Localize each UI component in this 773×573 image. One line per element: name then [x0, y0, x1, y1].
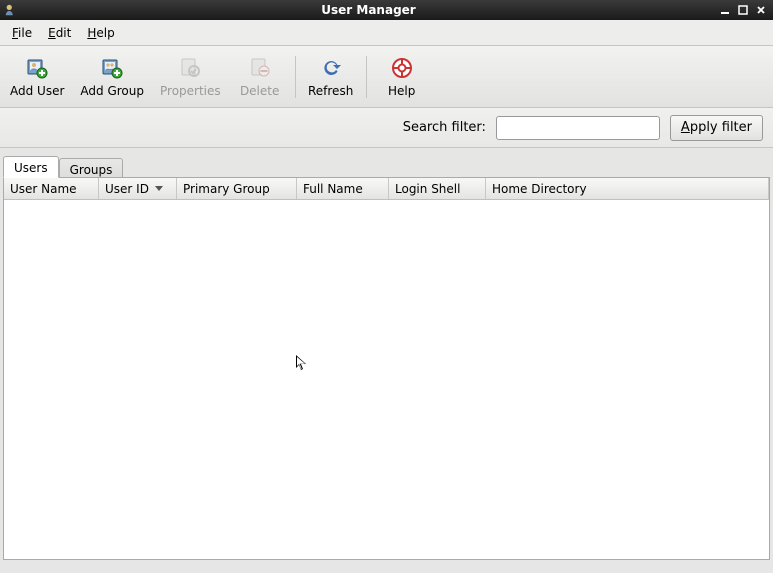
- toolbar-label: Help: [388, 84, 415, 98]
- refresh-icon: [319, 56, 343, 80]
- menubar: File Edit Help: [0, 20, 773, 46]
- toolbar-label: Refresh: [308, 84, 353, 98]
- properties-icon: [178, 56, 202, 80]
- apply-filter-button[interactable]: Apply filter: [670, 115, 763, 141]
- tab-strip: Users Groups: [0, 148, 773, 178]
- add-user-icon: [25, 56, 49, 80]
- minimize-button[interactable]: [717, 2, 733, 18]
- toolbar-label: Properties: [160, 84, 221, 98]
- app-icon: [4, 3, 18, 17]
- notebook: Users Groups User Name User ID Primary G…: [0, 148, 773, 561]
- col-primary-group[interactable]: Primary Group: [177, 178, 297, 199]
- delete-icon: [248, 56, 272, 80]
- toolbar-label: Add User: [10, 84, 64, 98]
- search-filter-label: Search filter:: [403, 120, 486, 135]
- toolbar: Add User Add Group Properties Delete Ref…: [0, 46, 773, 108]
- col-full-name[interactable]: Full Name: [297, 178, 389, 199]
- maximize-button[interactable]: [735, 2, 751, 18]
- tab-users[interactable]: Users: [3, 156, 59, 178]
- menu-help[interactable]: Help: [79, 23, 122, 43]
- filter-bar: Search filter: Apply filter: [0, 108, 773, 148]
- window-title: User Manager: [22, 3, 715, 17]
- menu-edit[interactable]: Edit: [40, 23, 79, 43]
- toolbar-separator: [366, 56, 367, 98]
- close-button[interactable]: [753, 2, 769, 18]
- search-filter-input[interactable]: [496, 116, 660, 140]
- toolbar-label: Delete: [240, 84, 279, 98]
- toolbar-label: Add Group: [80, 84, 144, 98]
- delete-button: Delete: [229, 49, 291, 105]
- properties-button: Properties: [152, 49, 229, 105]
- help-icon: [390, 56, 414, 80]
- col-user-id[interactable]: User ID: [99, 178, 177, 199]
- titlebar: User Manager: [0, 0, 773, 20]
- add-group-icon: [100, 56, 124, 80]
- refresh-button[interactable]: Refresh: [300, 49, 362, 105]
- add-user-button[interactable]: Add User: [2, 49, 72, 105]
- menu-file[interactable]: File: [4, 23, 40, 43]
- add-group-button[interactable]: Add Group: [72, 49, 152, 105]
- column-headers: User Name User ID Primary Group Full Nam…: [4, 178, 769, 200]
- toolbar-separator: [295, 56, 296, 98]
- col-login-shell[interactable]: Login Shell: [389, 178, 486, 199]
- users-panel: User Name User ID Primary Group Full Nam…: [3, 177, 770, 560]
- help-button[interactable]: Help: [371, 49, 433, 105]
- col-home-directory[interactable]: Home Directory: [486, 178, 769, 199]
- col-user-name[interactable]: User Name: [4, 178, 99, 199]
